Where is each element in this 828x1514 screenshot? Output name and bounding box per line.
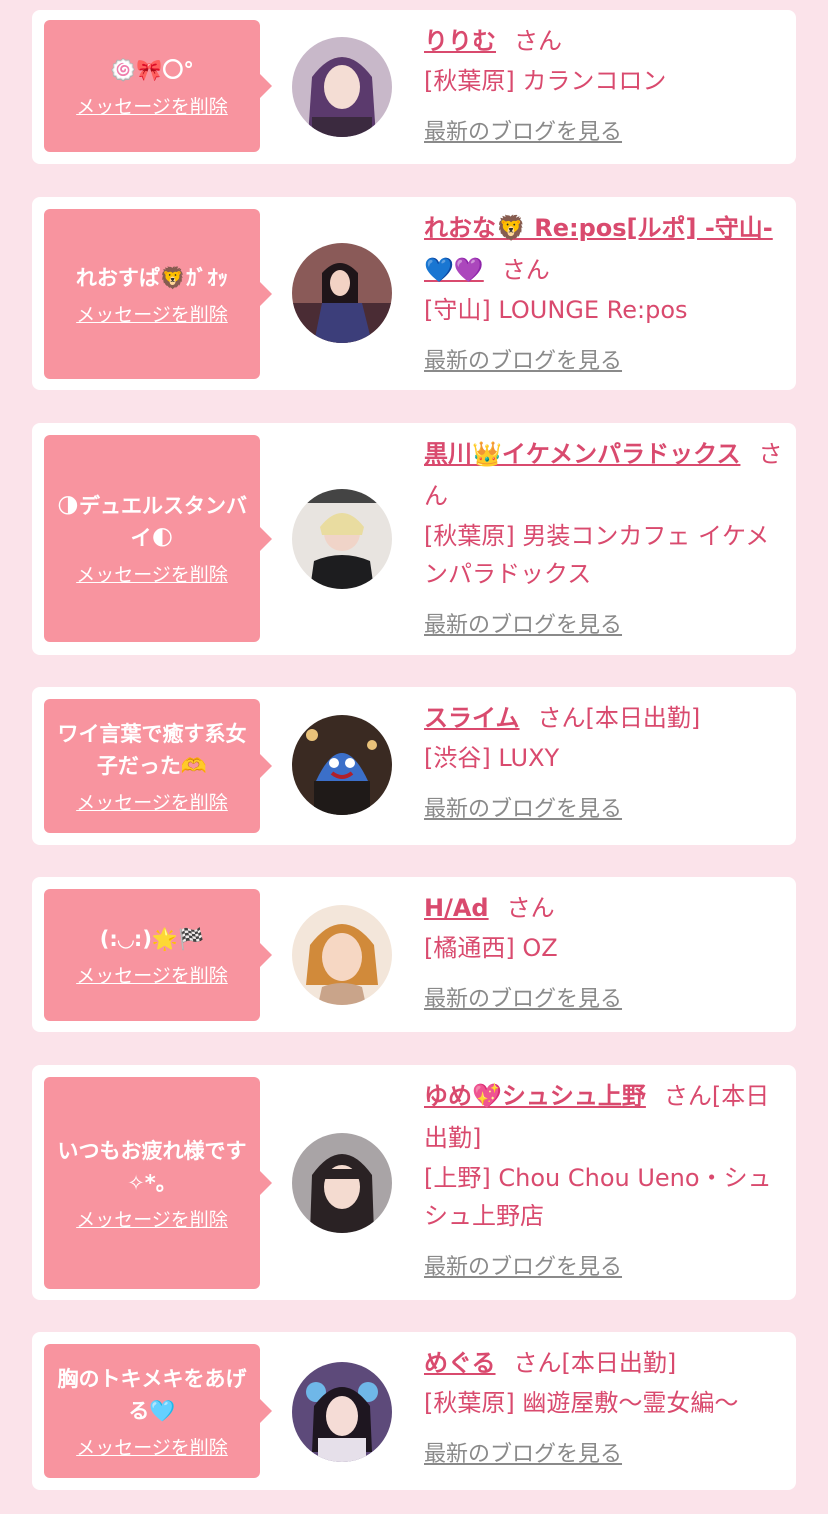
name-line: スライム さん[本日出勤] (424, 697, 784, 739)
shop-name: [橘通西] OZ (424, 934, 558, 962)
favorite-card: (:◡:)🌟🏁 メッセージを削除 H/Ad さん [橘通西] OZ 最新のブログを… (32, 877, 796, 1032)
delete-message-link[interactable]: メッセージを削除 (76, 92, 228, 119)
avatar[interactable] (292, 37, 392, 137)
shop-name: [渋谷] LUXY (424, 744, 560, 772)
latest-blog-link[interactable]: 最新のブログを見る (424, 343, 622, 375)
message-bubble: ワイ言葉で癒す系女子だった🫶 メッセージを削除 (44, 699, 272, 833)
message-bubble: 🌗デュエルスタンバイ🌓 メッセージを削除 (44, 435, 272, 642)
message-text: れおすぱ🦁ｶﾞｵｯ (75, 265, 229, 290)
latest-blog-link[interactable]: 最新のブログを見る (424, 791, 622, 823)
name-line: めぐる さん[本日出勤] (424, 1342, 784, 1384)
name-line: H/Ad さん (424, 887, 784, 929)
cast-info: H/Ad さん [橘通西] OZ 最新のブログを見る (424, 887, 784, 1013)
delete-message-link[interactable]: メッセージを削除 (76, 300, 228, 327)
shop-name: [上野] Chou Chou Ueno・シュシュ上野店 (424, 1164, 772, 1230)
name-suffix: さん[本日出勤] (513, 1349, 677, 1377)
avatar[interactable] (292, 243, 392, 343)
cast-info: れおな🦁 Re:pos[ルポ] -守山-💙💜 さん [守山] LOUNGE Re:… (424, 207, 784, 375)
message-bubble: 胸のトキメキをあげる🩵 メッセージを削除 (44, 1344, 272, 1478)
avatar[interactable] (292, 905, 392, 1005)
cast-info: ゆめ💖シュシュ上野 さん[本日出勤] [上野] Chou Chou Ueno・シュ… (424, 1075, 784, 1281)
favorite-card: ワイ言葉で癒す系女子だった🫶 メッセージを削除 スライム さん[本日出勤] [渋谷… (32, 687, 796, 845)
message-text: ワイ言葉で癒す系女子だった🫶 (57, 721, 247, 778)
name-suffix: さん (514, 27, 562, 55)
shop-name: [守山] LOUNGE Re:pos (424, 296, 688, 324)
cast-name-link[interactable]: ゆめ💖シュシュ上野 (424, 1082, 646, 1110)
message-bubble: いつもお疲れ様です✧*。 メッセージを削除 (44, 1077, 272, 1289)
cast-name-link[interactable]: 黒川👑イケメンパラドックス (424, 440, 740, 468)
message-text: いつもお疲れ様です✧*。 (57, 1138, 247, 1195)
name-line: 黒川👑イケメンパラドックス さん (424, 433, 784, 517)
cast-info: 黒川👑イケメンパラドックス さん [秋葉原] 男装コンカフェ イケメンパラドックス… (424, 433, 784, 639)
message-text: (:◡:)🌟🏁 (99, 926, 205, 951)
latest-blog-link[interactable]: 最新のブログを見る (424, 1436, 622, 1468)
cast-info: めぐる さん[本日出勤] [秋葉原] 幽遊屋敷〜霊女編〜 最新のブログを見る (424, 1342, 784, 1468)
delete-message-link[interactable]: メッセージを削除 (76, 1433, 228, 1460)
cast-info: スライム さん[本日出勤] [渋谷] LUXY 最新のブログを見る (424, 697, 784, 823)
favorite-card: 🌗デュエルスタンバイ🌓 メッセージを削除 黒川👑イケメンパラドックス さん [秋葉… (32, 423, 796, 655)
shop-name: [秋葉原] 男装コンカフェ イケメンパラドックス (424, 522, 770, 588)
name-line: れおな🦁 Re:pos[ルポ] -守山-💙💜 さん (424, 207, 784, 291)
latest-blog-link[interactable]: 最新のブログを見る (424, 981, 622, 1013)
cast-name-link[interactable]: H/Ad (424, 894, 489, 922)
cast-info: りりむ さん [秋葉原] カランコロン 最新のブログを見る (424, 20, 784, 146)
message-text: 胸のトキメキをあげる🩵 (57, 1366, 247, 1423)
message-bubble: (:◡:)🌟🏁 メッセージを削除 (44, 889, 272, 1021)
latest-blog-link[interactable]: 最新のブログを見る (424, 114, 622, 146)
message-text: 🌗デュエルスタンバイ🌓 (57, 494, 247, 550)
delete-message-link[interactable]: メッセージを削除 (76, 788, 228, 815)
avatar[interactable] (292, 1362, 392, 1462)
name-line: ゆめ💖シュシュ上野 さん[本日出勤] (424, 1075, 784, 1159)
name-line: りりむ さん (424, 20, 784, 62)
name-suffix: さん[本日出勤] (537, 704, 701, 732)
shop-name: [秋葉原] カランコロン (424, 67, 667, 95)
message-bubble: れおすぱ🦁ｶﾞｵｯ メッセージを削除 (44, 209, 272, 379)
cast-name-link[interactable]: スライム (424, 704, 520, 732)
delete-message-link[interactable]: メッセージを削除 (76, 560, 228, 587)
message-bubble: 🍥🎀〇° メッセージを削除 (44, 20, 272, 152)
favorite-card: れおすぱ🦁ｶﾞｵｯ メッセージを削除 れおな🦁 Re:pos[ルポ] -守山-💙… (32, 197, 796, 390)
avatar[interactable] (292, 715, 392, 815)
cast-name-link[interactable]: りりむ (424, 27, 496, 55)
latest-blog-link[interactable]: 最新のブログを見る (424, 1249, 622, 1281)
latest-blog-link[interactable]: 最新のブログを見る (424, 607, 622, 639)
delete-message-link[interactable]: メッセージを削除 (76, 1205, 228, 1232)
avatar[interactable] (292, 489, 392, 589)
cast-name-link[interactable]: れおな🦁 Re:pos[ルポ] -守山-💙💜 (424, 214, 773, 284)
shop-name: [秋葉原] 幽遊屋敷〜霊女編〜 (424, 1389, 739, 1417)
delete-message-link[interactable]: メッセージを削除 (76, 961, 228, 988)
favorite-card: いつもお疲れ様です✧*。 メッセージを削除 ゆめ💖シュシュ上野 さん[本日出勤] … (32, 1065, 796, 1300)
message-text: 🍥🎀〇° (110, 57, 194, 82)
name-suffix: さん (506, 894, 555, 922)
cast-name-link[interactable]: めぐる (424, 1349, 496, 1377)
name-suffix: さん (501, 256, 550, 284)
favorite-card: 🍥🎀〇° メッセージを削除 りりむ さん [秋葉原] カランコロン 最新のブログを… (32, 10, 796, 164)
avatar[interactable] (292, 1133, 392, 1233)
favorite-card: 胸のトキメキをあげる🩵 メッセージを削除 めぐる さん[本日出勤] [秋葉原] 幽… (32, 1332, 796, 1490)
